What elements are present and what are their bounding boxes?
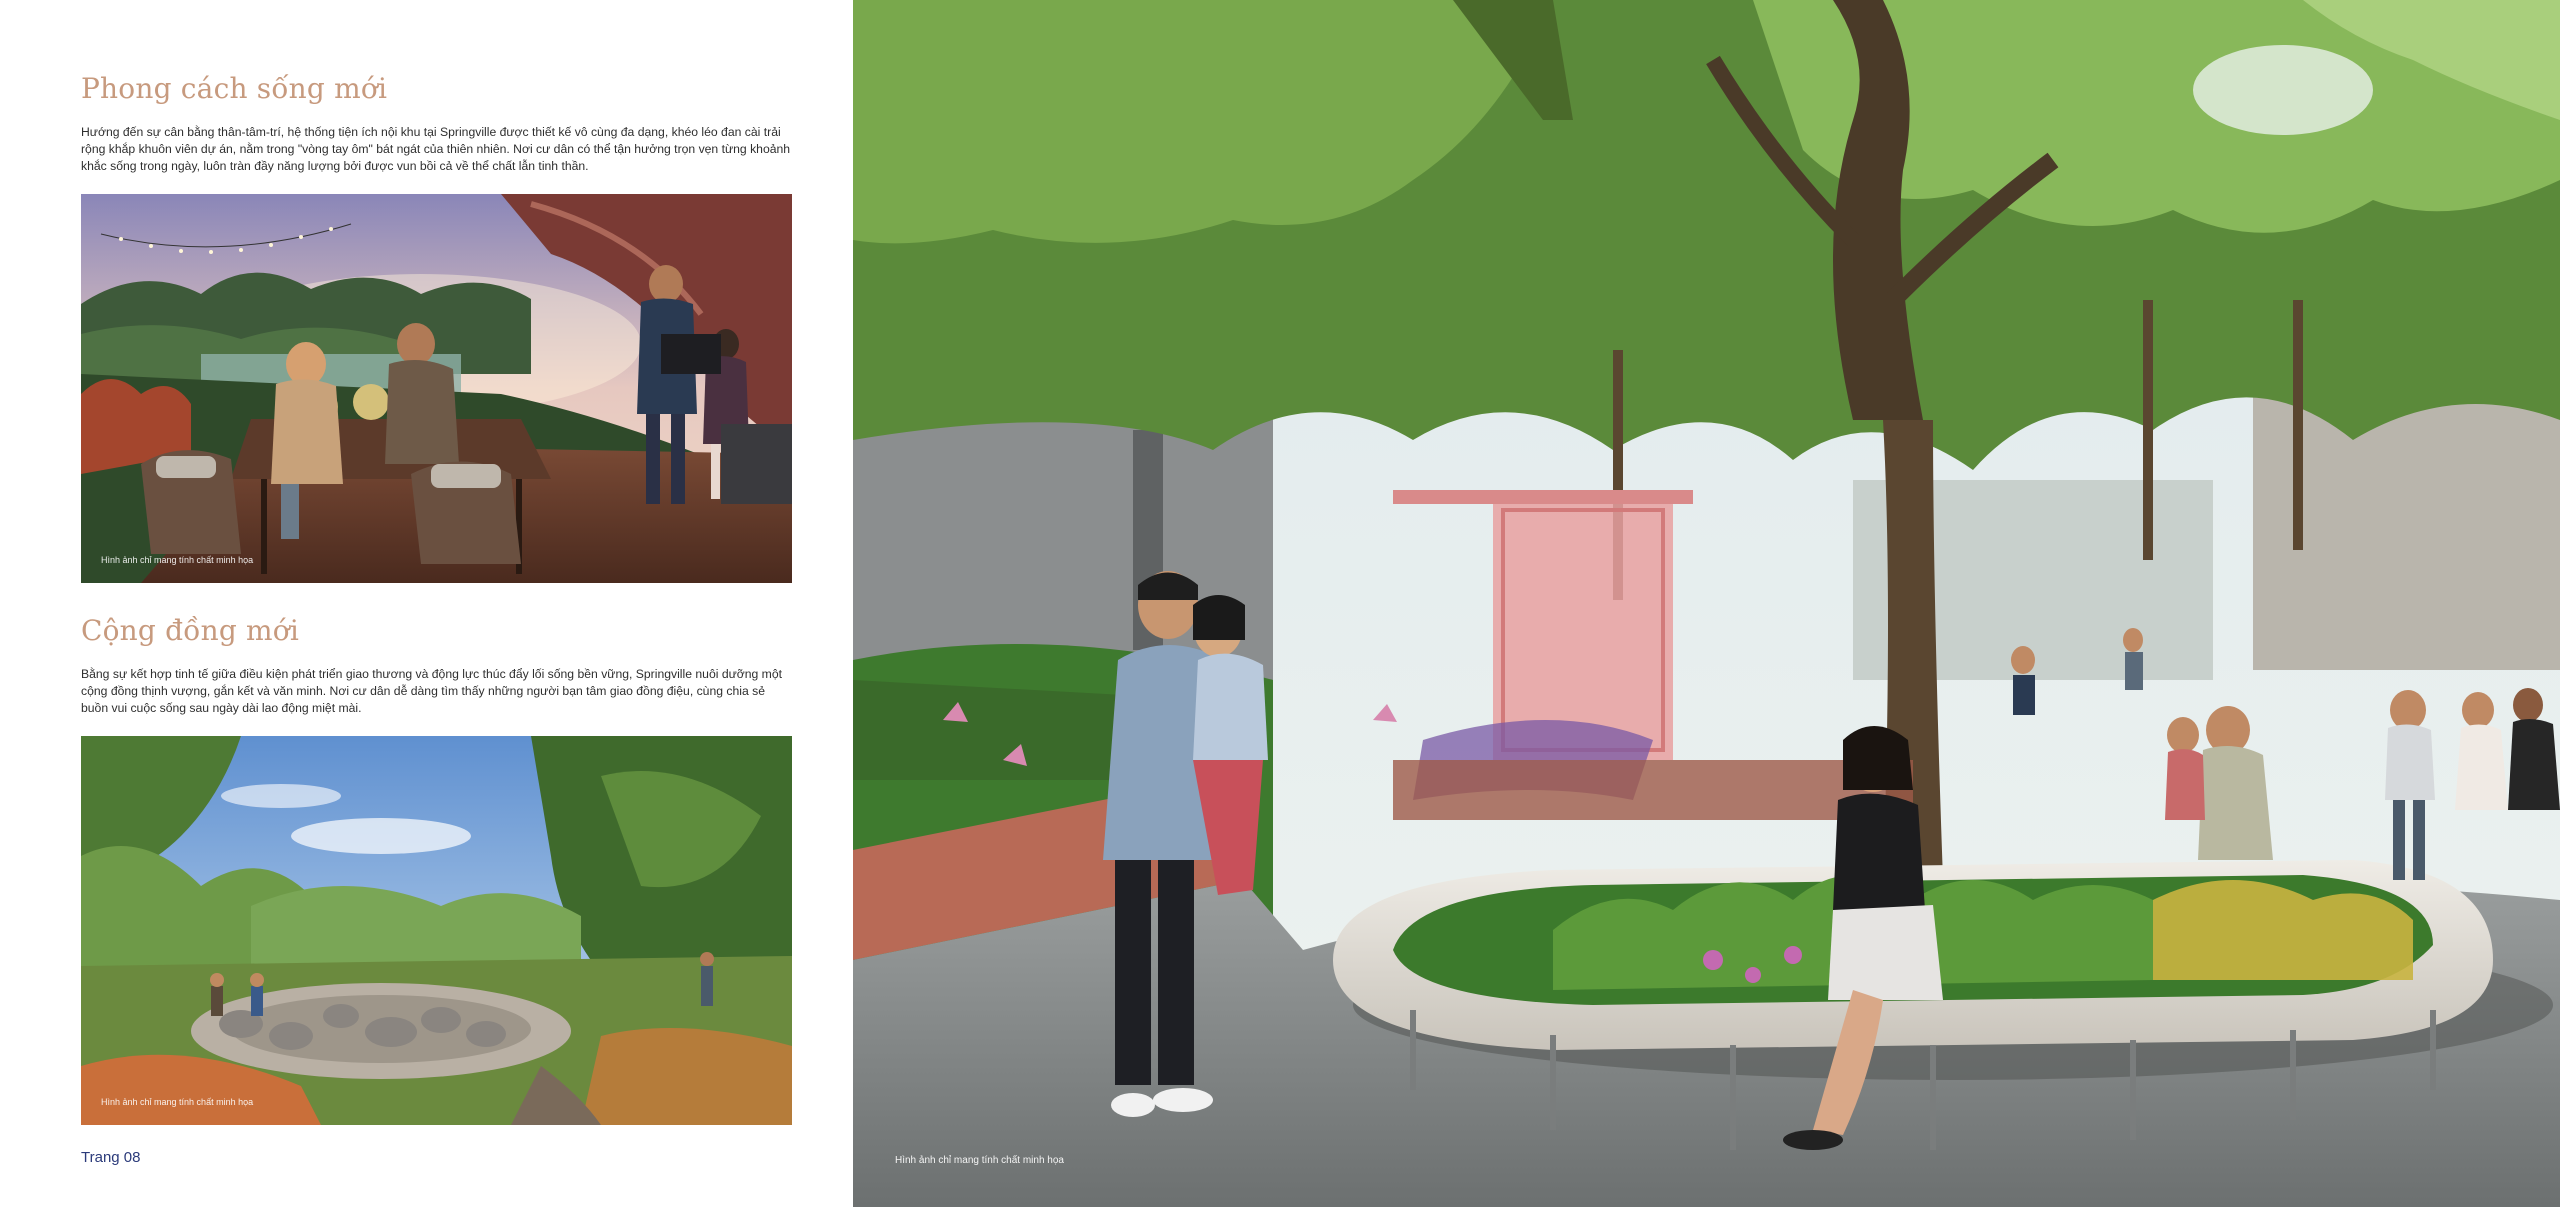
community-garden-image: Hình ảnh chỉ mang tính chất minh họa — [81, 736, 792, 1125]
section-body-community: Bằng sự kết hợp tinh tế giữa điều kiện p… — [81, 667, 783, 715]
left-page: Phong cách sống mới Hướng đến sự cân bằn… — [0, 0, 852, 1207]
section-title-community: Cộng đồng mới — [81, 614, 300, 647]
courtyard-garden-illustration — [853, 0, 2560, 1207]
courtyard-garden-image: Hình ảnh chỉ mang tính chất minh họa — [853, 0, 2560, 1207]
page-number: Trang 08 — [81, 1149, 141, 1166]
outdoor-dining-illustration — [81, 194, 792, 583]
image-caption: Hình ảnh chỉ mang tính chất minh họa — [101, 1097, 254, 1107]
community-garden-illustration — [81, 736, 792, 1125]
section-title-lifestyle: Phong cách sống mới — [81, 72, 388, 105]
image-caption: Hình ảnh chỉ mang tính chất minh họa — [101, 555, 254, 565]
image-caption: Hình ảnh chỉ mang tính chất minh họa — [895, 1155, 1064, 1166]
outdoor-dining-image: Hình ảnh chỉ mang tính chất minh họa — [81, 194, 792, 583]
section-body-lifestyle: Hướng đến sự cân bằng thân-tâm-trí, hệ t… — [81, 125, 791, 173]
